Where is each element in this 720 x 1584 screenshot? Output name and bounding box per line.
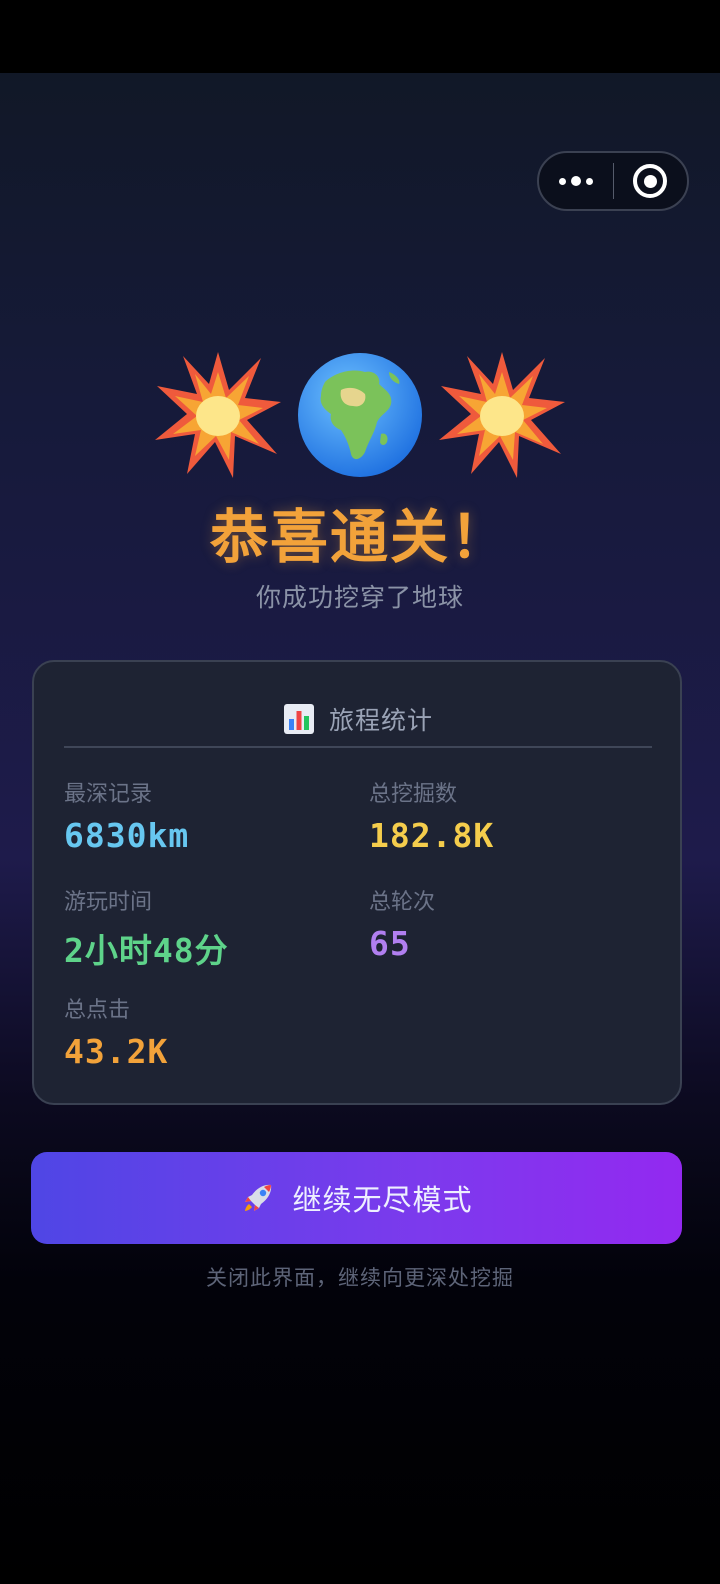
stat-value: 65: [369, 924, 411, 963]
card-header: 旅程统计: [64, 692, 652, 748]
journey-stats-card: 旅程统计 最深记录 6830km 总挖掘数 182.8K 游玩时间 2小时48分…: [32, 660, 682, 1105]
bar-chart-icon: [283, 704, 314, 734]
stat-label: 总挖掘数: [369, 782, 458, 807]
more-button[interactable]: [539, 153, 613, 209]
hero-icons: [0, 345, 720, 485]
more-dots-icon: [558, 176, 593, 186]
stat-total-dug: 总挖掘数 182.8K: [369, 776, 494, 855]
stat-label: 总轮次: [369, 890, 436, 915]
hint-text: 关闭此界面，继续向更深处挖掘: [206, 1266, 514, 1290]
stat-label: 总点击: [64, 998, 131, 1023]
stat-play-time: 游玩时间 2小时48分: [64, 884, 229, 972]
page-subtitle: 你成功挖穿了地球: [255, 583, 464, 612]
globe-africa-icon: [298, 353, 422, 477]
status-bar: [0, 0, 720, 73]
miniprogram-capsule: [537, 151, 689, 211]
page-title: 恭喜通关！: [209, 503, 510, 571]
stat-deepest-record: 最深记录 6830km: [64, 776, 189, 855]
stat-total-clicks: 总点击 43.2K: [64, 992, 168, 1071]
stat-label: 最深记录: [64, 782, 153, 807]
stat-value: 6830km: [64, 816, 190, 855]
rocket-icon: [245, 1184, 272, 1211]
stat-total-rounds: 总轮次 65: [369, 884, 435, 963]
collision-burst-icon: [155, 352, 281, 478]
stat-value: 182.8K: [369, 816, 495, 855]
target-circle-icon: [633, 164, 668, 198]
card-title: 旅程统计: [328, 706, 433, 735]
close-miniprogram-button[interactable]: [614, 153, 688, 209]
continue-button-label: 继续无尽模式: [292, 1183, 473, 1217]
stat-value: 2小时48分: [64, 931, 229, 970]
stat-label: 游玩时间: [64, 890, 153, 915]
stat-value: 43.2K: [64, 1032, 169, 1071]
collision-burst-icon: [439, 352, 565, 478]
continue-endless-mode-button[interactable]: 继续无尽模式: [31, 1152, 682, 1244]
